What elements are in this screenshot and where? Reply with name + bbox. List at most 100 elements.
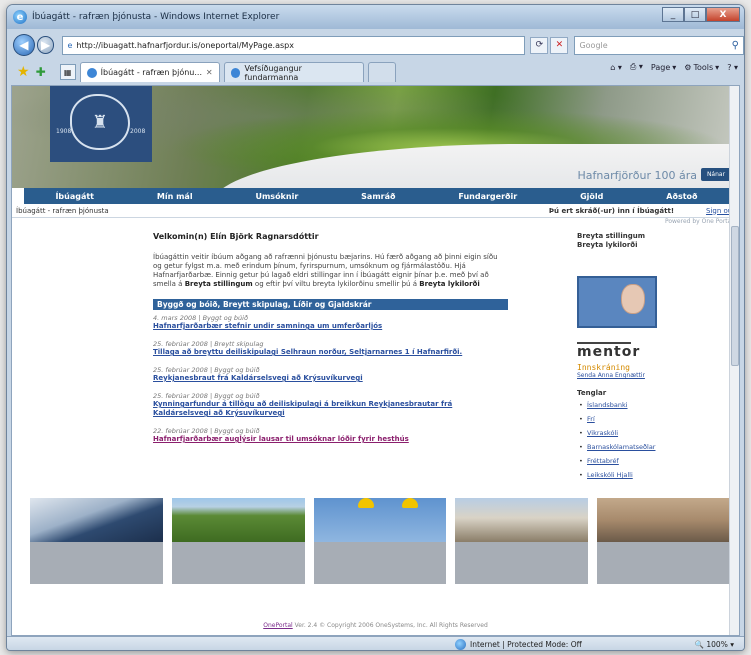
intro-link-settings[interactable]: Breyta stillingum — [185, 280, 253, 288]
minimize-button[interactable]: _ — [662, 7, 684, 22]
more-button[interactable]: Nánar — [701, 168, 731, 181]
address-tools: ⟳ ✕ — [528, 36, 569, 54]
link-item[interactable]: Fréttabréf — [577, 457, 727, 465]
tab-close-icon[interactable]: ✕ — [206, 68, 213, 77]
nav-samrad[interactable]: Samráð — [361, 192, 395, 201]
photo-people — [597, 498, 730, 584]
back-button[interactable]: ◀ — [13, 34, 35, 56]
landscape-image — [171, 498, 305, 542]
mentor-logo[interactable]: mentor — [577, 344, 727, 360]
maximize-button[interactable]: □ — [684, 7, 706, 22]
banner-tagline: Hafnarfjörður 100 ára — [577, 169, 697, 182]
person-photo-icon — [621, 284, 645, 314]
header-banner: ♜ 1908 2008 Hafnarfjörður 100 ára Nánar — [12, 86, 739, 188]
news-list: 4. mars 2008 | Byggt og búið Hafnarfjarð… — [153, 314, 508, 444]
home-button[interactable]: ⌂ ▾ — [610, 63, 622, 72]
link-item[interactable]: Vikraskóli — [577, 429, 727, 437]
refresh-icon[interactable]: ⟳ — [530, 36, 549, 54]
main-nav: Íbúagátt Mín mál Umsóknir Samráð Fundarg… — [24, 188, 729, 204]
new-tab-button[interactable] — [367, 62, 396, 82]
nav-fundargerdir[interactable]: Fundargerðir — [458, 192, 517, 201]
news-title-link[interactable]: Kynningarfundur á tillögu að deiliskipul… — [153, 400, 508, 418]
close-button[interactable]: X — [706, 7, 740, 22]
photo-landscape — [171, 498, 305, 584]
copyright-text: Ver. 2.4 © Copyright 2006 OneSystems, In… — [292, 622, 488, 629]
ie-logo-icon: e — [13, 10, 27, 24]
stop-icon[interactable]: ✕ — [550, 36, 569, 54]
link-item[interactable]: Barnaskólamatseðlar — [577, 443, 727, 451]
address-bar[interactable]: e http://ibuagatt.hafnarfjordur.is/onepo… — [62, 35, 526, 55]
tools-menu[interactable]: ⚙ Tools ▾ — [684, 63, 719, 72]
page-icon: e — [67, 40, 73, 50]
links-list: Íslandsbanki Frí Vikraskóli Barnaskólama… — [577, 401, 727, 479]
print-button[interactable]: ⎙ ▾ — [630, 62, 643, 72]
help-button[interactable]: ? ▾ — [727, 63, 738, 72]
news-title-link[interactable]: Reykjanesbraut frá Kaldárselsvegi að Krý… — [153, 374, 508, 383]
news-header[interactable]: Byggð og bóið, Breytt skipulag, Líðir og… — [153, 299, 508, 310]
oneportal-link[interactable]: OnePortal — [263, 622, 292, 629]
link-item[interactable]: Frí — [577, 415, 727, 423]
tab-ibuagatt[interactable]: Íbúagátt - rafræn þjónu... ✕ — [79, 62, 220, 82]
photo-strip — [30, 498, 730, 584]
news-item: 25. febrúar 2008 | Breytt skipulag Tilla… — [153, 340, 508, 357]
security-zone[interactable]: Internet | Protected Mode: Off — [470, 640, 582, 649]
globe-icon — [455, 639, 466, 650]
add-favorites-icon[interactable]: ✚ — [36, 65, 46, 79]
intro-text: Íbúagáttin veitir íbúum aðgang að rafræn… — [153, 253, 508, 289]
command-bar: ⌂ ▾ ⎙ ▾ Page ▾ ⚙ Tools ▾ ? ▾ — [610, 62, 738, 72]
status-bar: Internet | Protected Mode: Off 🔍 100% ▾ — [7, 636, 744, 650]
search-input[interactable]: Google ⚲ — [574, 35, 744, 55]
address-url: http://ibuagatt.hafnarfjordur.is/oneport… — [76, 40, 294, 50]
forward-button[interactable]: ▶ — [36, 36, 55, 54]
address-row: ◀ ▶ e http://ibuagatt.hafnarfjordur.is/o… — [7, 31, 744, 59]
scroll-thumb[interactable] — [731, 226, 739, 366]
news-item: 25. febrúar 2008 | Byggt og búið Reykjan… — [153, 366, 508, 383]
tab-vefsidugangur[interactable]: Vefsíðugangur fundarmanna — [223, 62, 364, 82]
nav-gjold[interactable]: Gjöld — [580, 192, 603, 201]
intro-mid: og eftir því viltu breyta lykilorðinu sm… — [252, 280, 420, 288]
tab-label: Vefsíðugangur fundarmanna — [244, 63, 302, 82]
photo-town — [455, 498, 589, 584]
nav-adstod[interactable]: Aðstoð — [666, 192, 697, 201]
photo-workers — [313, 498, 447, 584]
change-settings-link[interactable]: Breyta stillingum — [577, 232, 727, 241]
people-image — [597, 498, 730, 542]
news-date: 25. febrúar 2008 | Byggt og búið — [153, 392, 260, 400]
news-title-link[interactable]: Hafnarfjarðarbær auglýsir lausar til ums… — [153, 435, 508, 444]
profile-photo[interactable] — [577, 276, 657, 328]
news-title-link[interactable]: Hafnarfjarðarbær stefnir undir samninga … — [153, 322, 508, 331]
mentor-login-link[interactable]: Innskráning — [577, 363, 727, 372]
hafnarfjordur-logo[interactable]: ♜ 1908 2008 — [50, 86, 152, 162]
vertical-scrollbar[interactable] — [729, 86, 739, 635]
search-placeholder: Google — [579, 40, 608, 50]
change-password-link[interactable]: Breyta lykilorði — [577, 241, 727, 250]
browser-window: e Íbúagátt - rafræn þjónusta - Windows I… — [6, 4, 745, 651]
powered-by: Powered by One Portal — [664, 218, 733, 225]
news-date: 25. febrúar 2008 | Byggt og búið — [153, 366, 260, 374]
lighthouse-icon: ♜ — [70, 94, 130, 150]
main-content: Velkomin(n) Elín Björk Ragnarsdóttir Íbú… — [153, 232, 508, 453]
zoom-level[interactable]: 🔍 100% ▾ — [695, 640, 734, 649]
intro-link-password[interactable]: Breyta lykilorði — [419, 280, 480, 288]
quick-tabs-icon[interactable]: ▦ — [59, 64, 76, 80]
logo-year-left: 1908 — [56, 128, 72, 135]
zoom-value: 100% — [706, 640, 728, 649]
favorites-icon[interactable]: ★ — [17, 64, 30, 80]
links-heading: Tenglar — [577, 389, 607, 397]
nav-min-mal[interactable]: Mín mál — [157, 192, 193, 201]
link-item[interactable]: Íslandsbanki — [577, 401, 727, 409]
page-menu[interactable]: Page ▾ — [651, 63, 676, 72]
search-icon[interactable]: ⚲ — [732, 40, 739, 51]
footer: OnePortal Ver. 2.4 © Copyright 2006 OneS… — [12, 622, 739, 629]
logo-year-right: 2008 — [130, 128, 146, 135]
building-image — [30, 498, 163, 542]
news-item: 22. febrúar 2008 | Byggt og búið Hafnarf… — [153, 427, 508, 444]
news-item: 4. mars 2008 | Byggt og búið Hafnarfjarð… — [153, 314, 508, 331]
link-item[interactable]: Leikskóli Hjalli — [577, 471, 727, 479]
page-menu-label: Page — [650, 62, 671, 72]
nav-umsoknir[interactable]: Umsóknir — [255, 192, 298, 201]
news-item: 25. febrúar 2008 | Byggt og búið Kynning… — [153, 392, 508, 418]
mentor-sub-link[interactable]: Senda Anna Engnættir — [577, 372, 727, 379]
nav-ibuagatt[interactable]: Íbúagátt — [55, 192, 94, 201]
news-title-link[interactable]: Tillaga að breyttu deiliskipulagi Selhra… — [153, 348, 508, 357]
